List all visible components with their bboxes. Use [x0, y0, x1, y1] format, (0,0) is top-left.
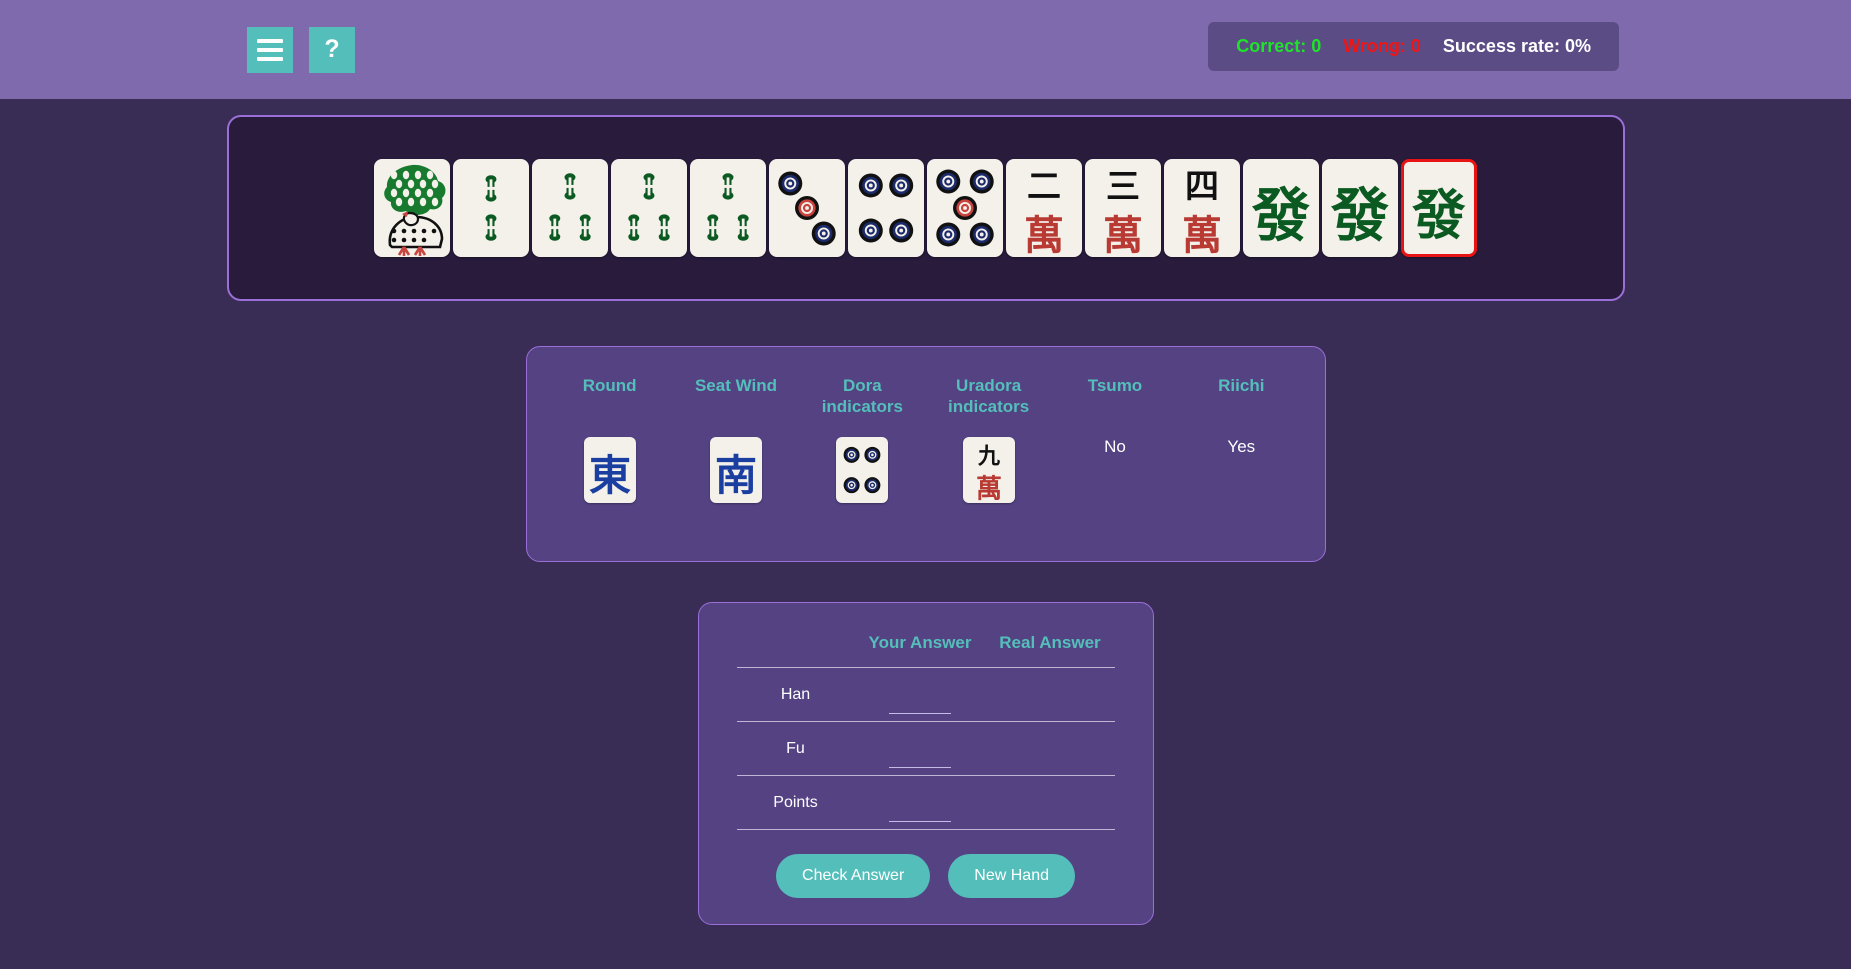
- hand-tile-3-bamboo[interactable]: [690, 159, 766, 257]
- answer-input-cell-points: [854, 775, 986, 830]
- answer-input-cell-fu: [854, 721, 986, 776]
- score-box: Correct: 0 Wrong: 0 Success rate: 0%: [1208, 22, 1619, 71]
- answer-row-han: Han: [736, 667, 1115, 722]
- answer-table: Your Answer Real Answer Han Fu Points: [736, 633, 1115, 830]
- hand-tile-2-bamboo[interactable]: [453, 159, 529, 257]
- answer-panel: Your Answer Real Answer Han Fu Points Chec…: [697, 602, 1154, 925]
- svg-text:南: 南: [715, 451, 757, 500]
- hand-tile-3-bamboo[interactable]: [611, 159, 687, 257]
- svg-text:萬: 萬: [976, 475, 1002, 503]
- hamburger-icon: [257, 38, 283, 61]
- svg-text:二: 二: [1027, 167, 1061, 207]
- dora-label: Dora indicators: [821, 376, 903, 417]
- tsumo-label: Tsumo: [1087, 376, 1143, 395]
- round-tile: 東: [555, 437, 665, 503]
- new-hand-button[interactable]: New Hand: [948, 854, 1075, 898]
- uradora-label: Uradora indicators: [948, 376, 1030, 417]
- answer-table-corner: [737, 633, 855, 668]
- info-uradora: Uradora indicators 九萬: [934, 375, 1044, 503]
- hand-tile-3-bamboo[interactable]: [532, 159, 608, 257]
- answer-input-cell-han: [854, 667, 986, 722]
- svg-text:萬: 萬: [1182, 213, 1222, 257]
- answer-row-fu: Fu: [736, 721, 1115, 776]
- round-tile-east-wind: 東: [583, 437, 636, 503]
- points-input[interactable]: [888, 797, 951, 822]
- points-real-value: [985, 775, 1115, 830]
- top-bar: ? Correct: 0 Wrong: 0 Success rate: 0%: [0, 0, 1851, 99]
- hand-tile-4-dots[interactable]: [848, 159, 924, 257]
- info-seat-wind: Seat Wind 南: [681, 375, 791, 503]
- fu-real-value: [985, 721, 1115, 776]
- dora-indicator-tile-4-dots: [836, 437, 889, 503]
- seat-wind-tile: 南: [681, 437, 791, 503]
- uradora-indicator-tile-9-characters: 九萬: [962, 437, 1015, 503]
- svg-text:三: 三: [1106, 167, 1140, 207]
- svg-text:東: 東: [589, 451, 631, 500]
- riichi-value: Yes: [1227, 437, 1256, 456]
- hand-tile-4-characters[interactable]: 四萬: [1164, 159, 1240, 257]
- hand-tile-3-characters[interactable]: 三萬: [1085, 159, 1161, 257]
- hand-tile-green-dragon[interactable]: 發: [1322, 159, 1398, 257]
- svg-text:發: 發: [1330, 181, 1389, 249]
- your-answer-header: Your Answer: [868, 633, 972, 652]
- hand-tile-2-characters[interactable]: 二萬: [1006, 159, 1082, 257]
- correct-count: Correct: 0: [1236, 36, 1322, 56]
- question-mark-icon: ?: [324, 35, 340, 63]
- hand-tiles: 二萬三萬四萬發發發: [374, 159, 1477, 257]
- round-label: Round: [582, 376, 637, 395]
- han-real-value: [985, 667, 1115, 722]
- menu-button[interactable]: [247, 26, 293, 73]
- info-dora: Dora indicators: [807, 375, 917, 503]
- hand-tile-1-bamboo[interactable]: [374, 159, 450, 257]
- uradora-tile: 九萬: [934, 437, 1044, 503]
- tsumo-value: No: [1104, 437, 1126, 456]
- svg-text:萬: 萬: [1103, 213, 1143, 257]
- check-answer-button[interactable]: Check Answer: [776, 854, 931, 898]
- hand-panel: 二萬三萬四萬發發發: [226, 115, 1625, 301]
- svg-text:發: 發: [1251, 181, 1310, 249]
- answer-row-label-fu: Fu: [736, 721, 855, 776]
- answer-row-label-han: Han: [736, 667, 855, 722]
- fu-input[interactable]: [888, 743, 951, 768]
- wrong-count: Wrong: 0: [1343, 36, 1421, 56]
- hand-info-panel: Round 東 Seat Wind 南 Dora indicators Urad…: [525, 346, 1326, 562]
- svg-text:九: 九: [977, 444, 1000, 469]
- info-tsumo: Tsumo No: [1060, 375, 1170, 457]
- info-riichi: Riichi Yes: [1186, 375, 1296, 457]
- hand-tile-green-dragon[interactable]: 發: [1243, 159, 1319, 257]
- hand-tile-5-dots[interactable]: [927, 159, 1003, 257]
- han-input[interactable]: [888, 689, 951, 714]
- success-rate: Success rate: 0%: [1442, 36, 1591, 56]
- info-round: Round 東: [555, 375, 665, 503]
- hand-tile-3-dots[interactable]: [769, 159, 845, 257]
- svg-text:四: 四: [1185, 167, 1219, 207]
- svg-text:萬: 萬: [1024, 213, 1064, 257]
- answer-buttons: Check Answer New Hand: [737, 854, 1115, 898]
- svg-text:發: 發: [1411, 183, 1466, 246]
- hand-tile-green-dragon-winning[interactable]: 發: [1401, 159, 1477, 257]
- dora-tile: [807, 437, 917, 503]
- answer-row-points: Points: [736, 775, 1115, 830]
- help-button[interactable]: ?: [309, 26, 355, 73]
- riichi-label: Riichi: [1218, 376, 1265, 395]
- top-bar-buttons: ?: [247, 26, 355, 73]
- seat-wind-tile-south-wind: 南: [709, 437, 762, 503]
- answer-row-label-points: Points: [736, 775, 855, 830]
- real-answer-header: Real Answer: [999, 633, 1101, 652]
- seat-wind-label: Seat Wind: [694, 376, 777, 395]
